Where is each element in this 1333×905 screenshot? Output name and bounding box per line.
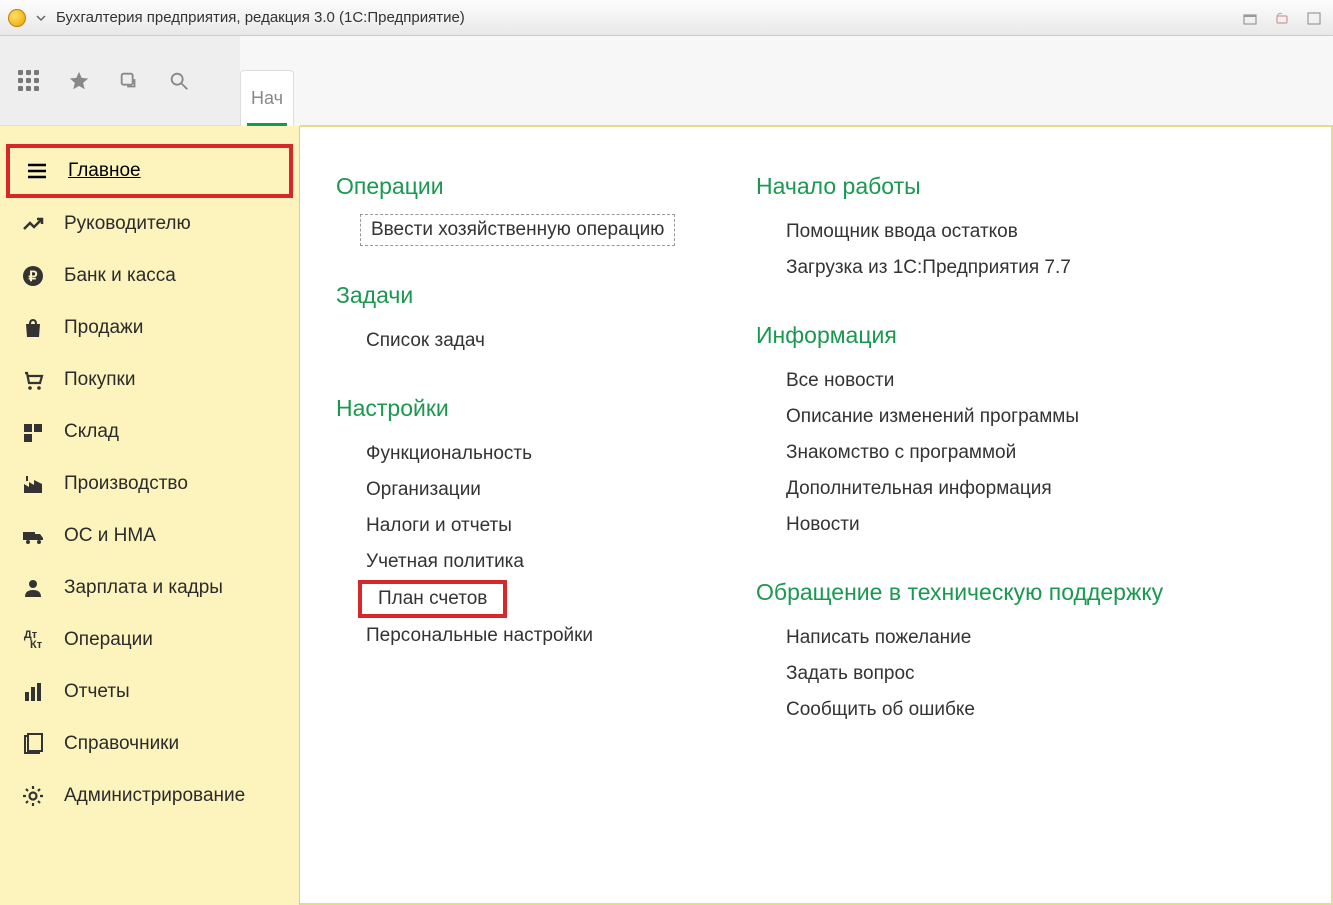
apps-grid-icon[interactable] xyxy=(18,70,40,92)
chart-line-icon xyxy=(20,211,46,237)
link-changelog[interactable]: Описание изменений программы xyxy=(756,399,1163,435)
sidebar-item-label: Операции xyxy=(64,629,153,651)
link-organizations[interactable]: Организации xyxy=(336,472,696,508)
link-task-list[interactable]: Список задач xyxy=(336,323,696,359)
window-title: Бухгалтерия предприятия, редакция 3.0 (1… xyxy=(56,9,465,26)
cart-icon xyxy=(20,367,46,393)
sidebar-item-warehouse[interactable]: Склад xyxy=(0,406,299,458)
books-icon xyxy=(20,731,46,757)
window-button-1[interactable] xyxy=(1239,7,1261,29)
sidebar-item-label: Покупки xyxy=(64,369,135,391)
section-getting-started: Начало работы xyxy=(756,173,1163,200)
sidebar-item-main[interactable]: Главное xyxy=(10,148,289,194)
content-column-2: Начало работы Помощник ввода остатков За… xyxy=(756,163,1163,883)
sidebar-item-bank[interactable]: ₽ Банк и касса xyxy=(0,250,299,302)
link-balance-assistant[interactable]: Помощник ввода остатков xyxy=(756,214,1163,250)
sidebar-item-label: Склад xyxy=(64,421,119,443)
boxes-icon xyxy=(20,419,46,445)
section-information: Информация xyxy=(756,322,1163,349)
person-icon xyxy=(20,575,46,601)
sidebar-item-production[interactable]: Производство xyxy=(0,458,299,510)
content-column-1: Операции Ввести хозяйственную операцию З… xyxy=(336,163,696,883)
ruble-icon: ₽ xyxy=(20,263,46,289)
section-tasks: Задачи xyxy=(336,282,696,309)
link-chart-of-accounts[interactable]: План счетов xyxy=(336,580,696,618)
sidebar-item-label: Руководителю xyxy=(64,213,191,235)
highlight-box-plan: План счетов xyxy=(358,580,507,618)
link-write-wish[interactable]: Написать пожелание xyxy=(756,620,1163,656)
link-additional-info[interactable]: Дополнительная информация xyxy=(756,471,1163,507)
tab-bar: Нач xyxy=(240,36,1333,126)
dropdown-icon[interactable] xyxy=(36,13,46,23)
window-titlebar: Бухгалтерия предприятия, редакция 3.0 (1… xyxy=(0,0,1333,36)
section-settings: Настройки xyxy=(336,395,696,422)
link-intro[interactable]: Знакомство с программой xyxy=(756,435,1163,471)
section-support: Обращение в техническую поддержку xyxy=(756,579,1163,606)
tab-label: Нач xyxy=(251,88,283,109)
sidebar-item-label: Главное xyxy=(68,160,141,182)
sidebar-item-reference[interactable]: Справочники xyxy=(0,718,299,770)
link-all-news[interactable]: Все новости xyxy=(756,363,1163,399)
link-enter-operation[interactable]: Ввести хозяйственную операцию xyxy=(336,214,696,246)
link-functionality[interactable]: Функциональность xyxy=(336,436,696,472)
sidebar-item-purchases[interactable]: Покупки xyxy=(0,354,299,406)
sidebar-item-label: Производство xyxy=(64,473,188,495)
window-button-2[interactable] xyxy=(1271,7,1293,29)
sidebar-item-assets[interactable]: ОС и НМА xyxy=(0,510,299,562)
bars-icon xyxy=(20,679,46,705)
sidebar-item-label: Справочники xyxy=(64,733,179,755)
factory-icon xyxy=(20,471,46,497)
app-logo-icon xyxy=(8,9,26,27)
top-toolbar xyxy=(0,36,240,126)
star-icon[interactable] xyxy=(68,70,90,92)
sidebar-item-operations[interactable]: Дт Кт Операции xyxy=(0,614,299,666)
content-panel: Операции Ввести хозяйственную операцию З… xyxy=(300,125,1333,905)
sidebar-item-label: Зарплата и кадры xyxy=(64,577,223,599)
tab-home[interactable]: Нач xyxy=(240,70,294,126)
sidebar-item-admin[interactable]: Администрирование xyxy=(0,770,299,822)
link-icon[interactable] xyxy=(118,70,140,92)
sidebar-item-label: ОС и НМА xyxy=(64,525,156,547)
sidebar-item-manager[interactable]: Руководителю xyxy=(0,198,299,250)
link-news[interactable]: Новости xyxy=(756,507,1163,543)
bag-icon xyxy=(20,315,46,341)
sidebar-item-label: Администрирование xyxy=(64,785,245,807)
truck-icon xyxy=(20,523,46,549)
link-accounting-policy[interactable]: Учетная политика xyxy=(336,544,696,580)
gear-icon xyxy=(20,783,46,809)
sidebar-item-salary[interactable]: Зарплата и кадры xyxy=(0,562,299,614)
link-import-77[interactable]: Загрузка из 1С:Предприятия 7.7 xyxy=(756,250,1163,286)
window-button-3[interactable] xyxy=(1303,7,1325,29)
menu-icon xyxy=(24,158,50,184)
sidebar-item-label: Банк и касса xyxy=(64,265,176,287)
svg-text:₽: ₽ xyxy=(29,268,38,284)
sidebar: Главное Руководителю ₽ Банк и касса xyxy=(0,126,300,905)
sidebar-item-label: Продажи xyxy=(64,317,143,339)
link-ask-question[interactable]: Задать вопрос xyxy=(756,656,1163,692)
dtkt-icon: Дт Кт xyxy=(20,627,46,653)
sidebar-item-label: Отчеты xyxy=(64,681,130,703)
link-report-bug[interactable]: Сообщить об ошибке xyxy=(756,692,1163,728)
search-icon[interactable] xyxy=(168,70,190,92)
highlight-box-main: Главное xyxy=(6,144,293,198)
sidebar-item-reports[interactable]: Отчеты xyxy=(0,666,299,718)
section-operations: Операции xyxy=(336,173,696,200)
sidebar-item-sales[interactable]: Продажи xyxy=(0,302,299,354)
link-taxes[interactable]: Налоги и отчеты xyxy=(336,508,696,544)
link-personal-settings[interactable]: Персональные настройки xyxy=(336,618,696,654)
